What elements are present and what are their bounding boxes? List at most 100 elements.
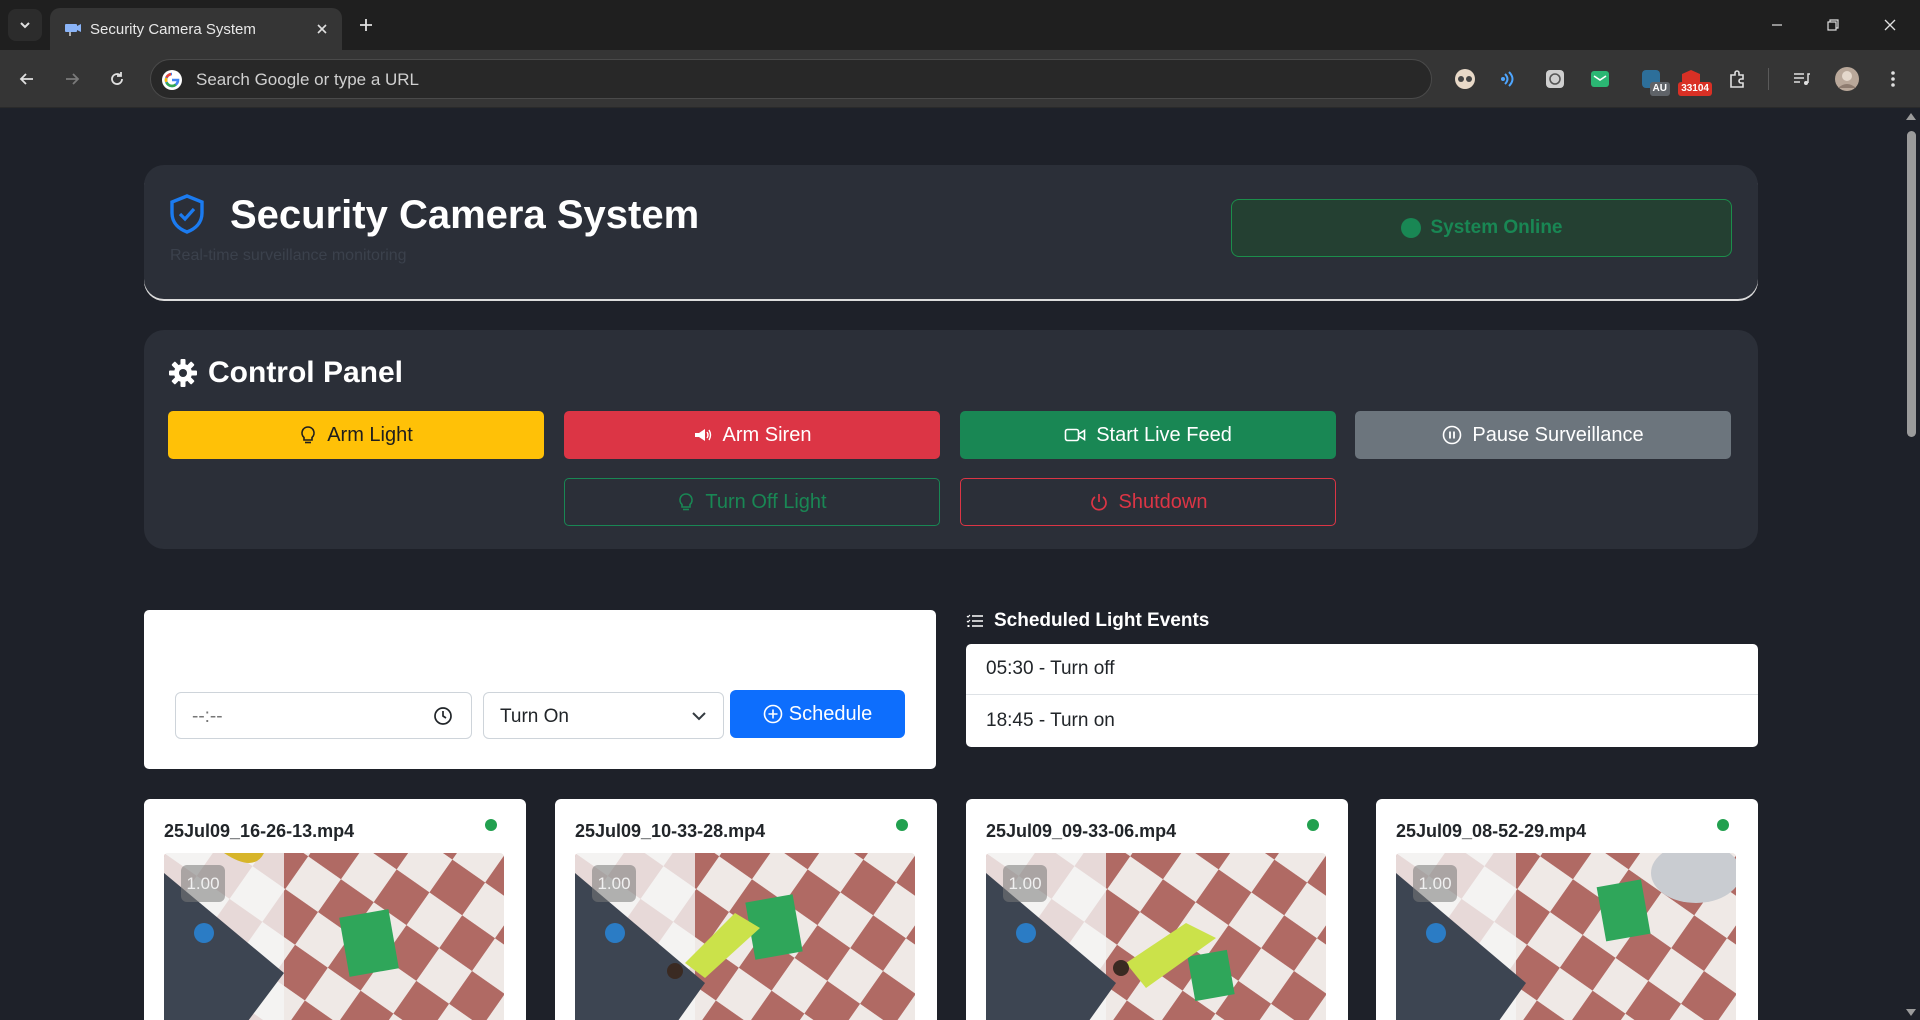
reload-icon <box>111 72 123 85</box>
playback-speed-badge: 1.00 <box>181 865 225 902</box>
puzzle-icon <box>1730 70 1744 88</box>
browser-toolbar: Search Google or type a URL AU 33104 <box>0 50 1920 108</box>
clock-icon[interactable] <box>433 706 453 726</box>
video-thumbnail[interactable]: 1.00 <box>1396 853 1736 1020</box>
events-title: Scheduled Light Events <box>994 610 1210 631</box>
video-card[interactable]: 25Jul09_08-52-29.mp4 1.00 <box>1376 799 1758 1020</box>
turn-off-light-button[interactable]: Turn Off Light <box>564 478 940 526</box>
extension-spy-button[interactable] <box>1452 66 1478 92</box>
video-filename: 25Jul09_08-52-29.mp4 <box>1396 821 1587 841</box>
schedule-time-input[interactable]: --:-- <box>175 692 472 739</box>
extension-au-button[interactable]: AU <box>1638 66 1670 96</box>
arm-light-label: Arm Light <box>327 423 413 446</box>
chevron-down-icon <box>692 712 706 721</box>
video-filename: 25Jul09_16-26-13.mp4 <box>164 821 355 841</box>
plus-icon <box>360 19 372 31</box>
video-thumbnail[interactable]: 1.00 <box>986 853 1326 1020</box>
close-icon <box>317 24 327 34</box>
pause-surveillance-button[interactable]: Pause Surveillance <box>1355 411 1731 459</box>
back-button[interactable] <box>11 63 43 95</box>
video-thumbnail[interactable]: 1.00 <box>164 853 504 1020</box>
control-panel: Control Panel Arm Light Arm Siren Start … <box>144 330 1758 549</box>
scroll-up-arrow-icon[interactable] <box>1906 113 1916 120</box>
more-vertical-icon <box>1891 71 1895 87</box>
new-tab-button[interactable] <box>353 12 379 38</box>
megaphone-icon <box>694 429 711 441</box>
video-card[interactable]: 25Jul09_10-33-28.mp4 1.00 <box>555 799 937 1020</box>
online-dot-icon <box>1717 819 1729 831</box>
incognito-glasses-icon <box>1455 69 1475 89</box>
video-card[interactable]: 25Jul09_09-33-06.mp4 1.00 <box>966 799 1348 1020</box>
openai-icon <box>1546 70 1564 88</box>
wave-icon <box>1501 71 1514 87</box>
video-card[interactable]: 25Jul09_16-26-13.mp4 1.00 <box>144 799 526 1020</box>
shutdown-label: Shutdown <box>1118 490 1208 513</box>
shield-check-icon <box>170 194 204 234</box>
system-status-badge: System Online <box>1231 199 1732 257</box>
browser-menu-button[interactable] <box>1880 66 1906 92</box>
extension-counter-button[interactable]: 33104 <box>1678 66 1712 96</box>
profile-button[interactable] <box>1834 66 1860 92</box>
schedule-button[interactable]: Schedule <box>730 690 905 738</box>
extensions-menu-button[interactable] <box>1724 66 1750 92</box>
avatar-icon <box>1835 67 1859 91</box>
extension-ai-button[interactable] <box>1542 66 1568 92</box>
minimize-button[interactable] <box>1762 10 1792 40</box>
video-filename: 25Jul09_10-33-28.mp4 <box>575 821 766 841</box>
plus-circle-icon <box>763 704 783 724</box>
online-dot-icon <box>1307 819 1319 831</box>
turn-off-light-label: Turn Off Light <box>705 490 827 513</box>
list-icon <box>966 614 983 627</box>
page-viewport: Security Camera System Real-time surveil… <box>0 109 1903 1020</box>
status-dot-icon <box>1400 218 1421 238</box>
address-bar[interactable]: Search Google or type a URL <box>150 59 1432 99</box>
restore-icon <box>1827 19 1839 31</box>
arm-light-button[interactable]: Arm Light <box>168 411 544 459</box>
video-thumbnail[interactable]: 1.00 <box>575 853 915 1020</box>
scroll-down-arrow-icon[interactable] <box>1906 1009 1916 1016</box>
page-title: Security Camera System <box>230 193 700 237</box>
online-dot-icon <box>485 819 497 831</box>
arrow-right-icon <box>66 73 80 85</box>
address-bar-placeholder: Search Google or type a URL <box>196 70 420 89</box>
extension-mail-button[interactable] <box>1587 66 1613 92</box>
lightbulb-icon <box>301 426 316 444</box>
header-card: Security Camera System Real-time surveil… <box>144 165 1758 299</box>
shutdown-button[interactable]: Shutdown <box>960 478 1336 526</box>
tab-close-button[interactable] <box>312 19 332 39</box>
power-icon <box>1090 494 1107 511</box>
scrollbar-thumb[interactable] <box>1907 131 1916 437</box>
arm-siren-button[interactable]: Arm Siren <box>564 411 940 459</box>
schedule-action-select[interactable]: Turn On <box>483 692 724 739</box>
extension-count-badge: 33104 <box>1678 82 1712 96</box>
media-controls-button[interactable] <box>1788 66 1814 92</box>
lightbulb-icon <box>679 493 694 511</box>
control-panel-title: Control Panel <box>208 356 404 389</box>
chevron-down-icon <box>20 22 30 29</box>
forward-button[interactable] <box>56 63 88 95</box>
browser-tab-active[interactable]: Security Camera System <box>50 8 342 50</box>
window-close-button[interactable] <box>1875 10 1905 40</box>
playback-speed-badge: 1.00 <box>1413 865 1457 902</box>
video-camera-icon <box>1064 428 1086 442</box>
schedule-form: --:-- Turn On Schedule <box>144 610 936 769</box>
queue-music-icon <box>1794 73 1810 85</box>
gear-icon <box>169 359 197 387</box>
page-scrollbar[interactable] <box>1903 109 1920 1020</box>
browser-tabstrip: Security Camera System <box>0 0 1920 50</box>
tab-title: Security Camera System <box>90 21 256 38</box>
control-panel-heading: Control Panel <box>168 356 403 390</box>
close-icon <box>1884 19 1896 31</box>
pause-surveillance-label: Pause Surveillance <box>1472 423 1644 446</box>
tab-search-button[interactable] <box>8 9 42 41</box>
arrow-left-icon <box>19 73 33 85</box>
start-live-feed-button[interactable]: Start Live Feed <box>960 411 1336 459</box>
reload-button[interactable] <box>101 63 133 95</box>
google-icon <box>162 70 182 90</box>
au-badge: AU <box>1649 82 1670 96</box>
restore-button[interactable] <box>1818 10 1848 40</box>
extension-audio-button[interactable] <box>1497 66 1523 92</box>
mail-icon <box>1591 71 1609 87</box>
toolbar-separator <box>1768 68 1769 90</box>
camera-favicon-icon <box>65 24 81 36</box>
